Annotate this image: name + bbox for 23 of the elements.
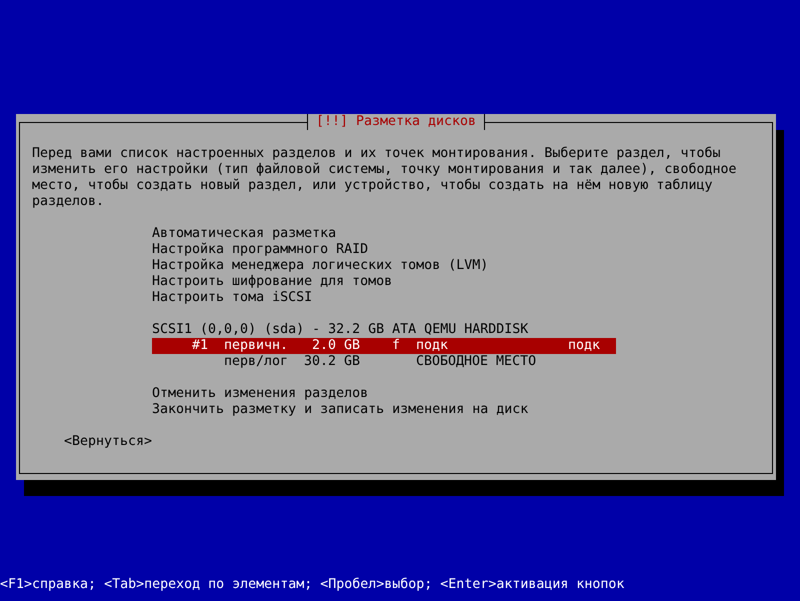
menu-item[interactable]: Настроить шифрование для томов	[152, 274, 392, 289]
menu-item[interactable]: Настройка менеджера логических томов (LVM)	[152, 258, 488, 273]
menu-item[interactable]: Отменить изменения разделов	[152, 386, 368, 401]
partition-size: 30.2 GB	[304, 354, 360, 369]
partition-flag-label: f	[392, 338, 400, 353]
description-text: Перед вами список настроенных разделов и их точек монтирования. Выберите раздел, чтобы изменить его настройки (тип файловой системы, точку монтирования и так далее), свободное место, чтобы создать новый раздел, или устройство, чтобы создать на нём новую таблицу разделов.	[32, 146, 738, 210]
partition-type: перв/лог	[224, 354, 288, 369]
menu-item[interactable]: Автоматическая разметка	[152, 226, 336, 241]
partition-number: #1	[192, 338, 208, 353]
status-bar-text: <F1>справка; <Tab>переход по элементам; <Пробел>выбор; <Enter>активация кнопок	[0, 577, 624, 592]
disk-entry[interactable]: SCSI1 (0,0,0) (sda) - 32.2 GB ATA QEMU HARDDISK	[152, 322, 528, 337]
partition-filesystem: подк	[416, 338, 448, 353]
menu-item[interactable]: Закончить разметку и записать изменения на диск	[152, 402, 528, 417]
partition-filesystem: СВОБОДНОЕ МЕСТО	[416, 354, 536, 369]
menu-item[interactable]: Настроить тома iSCSI	[152, 290, 312, 305]
partition-type: первичн.	[224, 338, 288, 353]
partition-row[interactable]: #1 первичн. 2.0 GB f подк подк	[152, 338, 616, 354]
menu-item[interactable]: Настройка программного RAID	[152, 242, 368, 257]
dialog-title: [!!] Разметка дисков	[306, 114, 486, 130]
back-button[interactable]: <Вернуться>	[64, 434, 152, 450]
partition-size: 2.0 GB	[312, 338, 360, 353]
partition-mount: подк	[568, 338, 600, 353]
partition-row[interactable]: перв/лог 30.2 GB СВОБОДНОЕ МЕСТО	[152, 354, 616, 370]
